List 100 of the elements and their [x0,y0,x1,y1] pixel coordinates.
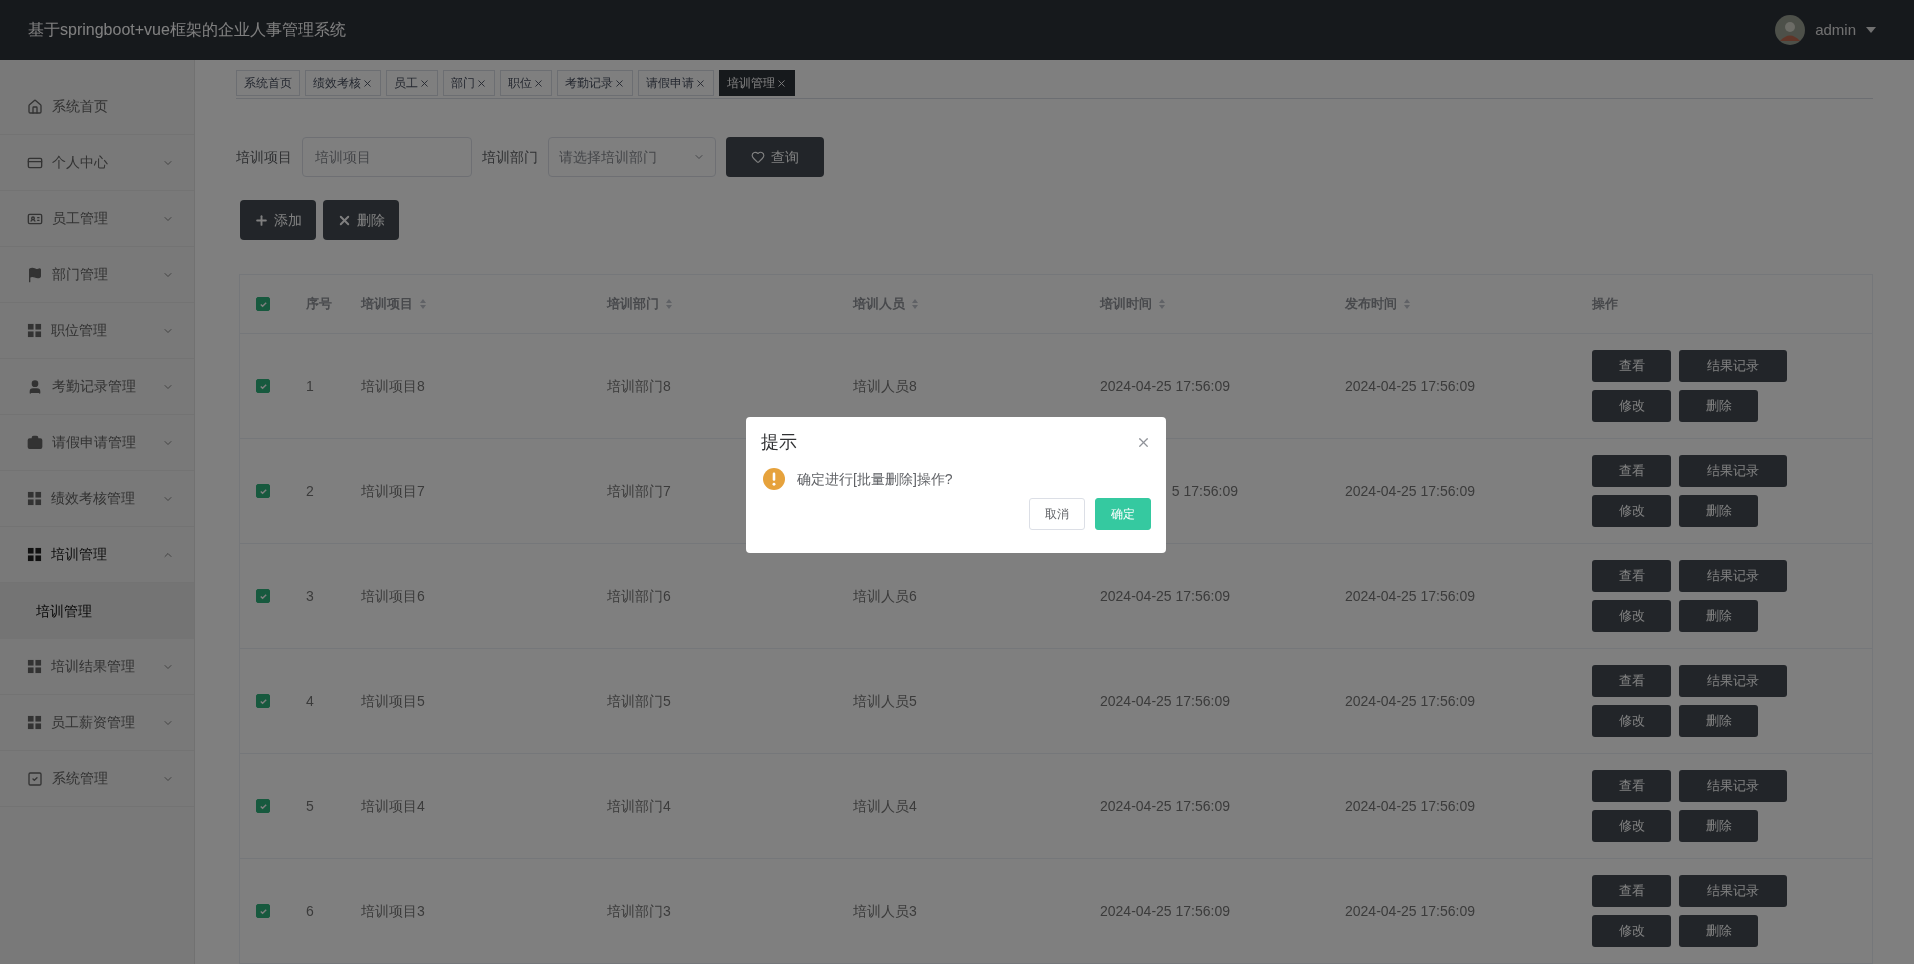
sidebar-item[interactable]: 请假申请管理 [0,415,194,471]
warning-icon [763,468,785,490]
cancel-button[interactable]: 取消 [1029,498,1085,530]
row-action-button[interactable]: 删除 [1679,495,1758,527]
sidebar-item[interactable]: 系统管理 [0,751,194,807]
table-cell: 2024-04-25 17:56:09 [1345,377,1475,394]
plus-icon [254,212,269,228]
row-action-button[interactable]: 查看 [1592,665,1671,697]
table-cell: 培训部门7 [607,482,671,499]
checkmark-icon [258,299,268,309]
close-icon[interactable] [362,77,373,89]
query-button[interactable]: 查询 [726,137,824,177]
sort-icon[interactable] [911,298,919,310]
delete-button[interactable]: 删除 [323,200,399,240]
sort-icon[interactable] [1158,298,1166,310]
table-cell: 2024-04-25 17:56:09 [1345,587,1475,604]
table-cell: 培训项目8 [361,377,425,394]
sidebar-item[interactable]: 员工薪资管理 [0,695,194,751]
page-tab[interactable]: 绩效考核 [305,70,381,96]
add-button[interactable]: 添加 [240,200,316,240]
table-cell: 2024-04-25 17:56:09 [1345,797,1475,814]
table-cell: 培训部门3 [607,902,671,919]
table-cell: 5 17:56:09 [1171,482,1238,499]
sidebar-item[interactable]: 员工管理 [0,191,194,247]
checkbox[interactable] [256,694,270,708]
submenu-item[interactable]: 培训管理 [0,583,194,639]
row-action-button[interactable]: 查看 [1592,560,1671,592]
row-action-button[interactable]: 查看 [1592,770,1671,802]
close-icon[interactable] [476,77,487,89]
row-action-button[interactable]: 修改 [1592,600,1671,632]
row-action-button[interactable]: 结果记录 [1679,455,1787,487]
sort-icon[interactable] [419,298,427,310]
row-action-button[interactable]: 删除 [1679,915,1758,947]
checkbox[interactable] [256,297,270,311]
checkbox[interactable] [256,589,270,603]
sort-icon[interactable] [665,298,673,310]
sidebar-item[interactable]: 个人中心 [0,135,194,191]
table-cell: 2024-04-25 17:56:09 [1100,587,1230,604]
checkbox[interactable] [256,904,270,918]
close-icon[interactable] [1136,435,1151,450]
sidebar-item[interactable]: 培训结果管理 [0,639,194,695]
close-icon[interactable] [776,77,787,89]
briefcase-icon [27,434,43,451]
row-action-button[interactable]: 删除 [1679,810,1758,842]
page-tab[interactable]: 员工 [386,70,438,96]
table-cell: 2024-04-25 17:56:09 [1100,797,1230,814]
sidebar-item[interactable]: 部门管理 [0,247,194,303]
page-tab[interactable]: 培训管理 [719,70,795,96]
sidebar-item[interactable]: 考勤记录管理 [0,359,194,415]
sidebar-item[interactable]: 职位管理 [0,303,194,359]
row-action-button[interactable]: 结果记录 [1679,350,1787,382]
row-action-button[interactable]: 查看 [1592,455,1671,487]
row-action-button[interactable]: 删除 [1679,600,1758,632]
page-tab[interactable]: 考勤记录 [557,70,633,96]
search-field[interactable]: 培训项目 [302,137,472,177]
avatar[interactable] [1775,15,1806,45]
checkbox[interactable] [256,799,270,813]
checkbox-icon [27,770,43,787]
sidebar-item[interactable]: 系统首页 [0,79,194,135]
caret-icon[interactable] [1866,27,1876,33]
grid-icon [27,547,42,562]
row-action-button[interactable]: 结果记录 [1679,875,1787,907]
page-tab[interactable]: 系统首页 [236,70,300,96]
heart-icon [751,150,765,164]
row-action-button[interactable]: 修改 [1592,915,1671,947]
row-action-button[interactable]: 删除 [1679,390,1758,422]
sidebar-item[interactable]: 绩效考核管理 [0,471,194,527]
table-cell: 2024-04-25 17:56:09 [1100,902,1230,919]
page-tab[interactable]: 职位 [500,70,552,96]
close-icon[interactable] [533,77,544,89]
grid-icon [27,323,42,338]
row-action-button[interactable]: 修改 [1592,705,1671,737]
row-action-button[interactable]: 查看 [1592,350,1671,382]
close-icon[interactable] [695,77,706,89]
home-icon [27,98,43,115]
row-action-button[interactable]: 查看 [1592,875,1671,907]
row-action-button[interactable]: 结果记录 [1679,560,1787,592]
row-action-button[interactable]: 结果记录 [1679,665,1787,697]
flag-icon [27,266,43,283]
user-name[interactable]: admin [1815,18,1856,42]
close-icon[interactable] [419,77,430,89]
table-cell: 培训项目4 [361,797,425,814]
field-label: 培训部门 [482,147,538,167]
row-action-button[interactable]: 修改 [1592,390,1671,422]
row-action-button[interactable]: 修改 [1592,810,1671,842]
confirm-button[interactable]: 确定 [1095,498,1151,530]
checkbox[interactable] [256,379,270,393]
app-title: 基于springboot+vue框架的企业人事管理系统 [28,20,346,40]
row-action-button[interactable]: 结果记录 [1679,770,1787,802]
sort-icon[interactable] [1403,298,1411,310]
row-action-button[interactable]: 删除 [1679,705,1758,737]
table-cell: 2024-04-25 17:56:09 [1100,377,1230,394]
close-icon[interactable] [614,77,625,89]
checkmark-icon [258,906,268,916]
table-cell: 培训人员3 [853,902,917,919]
page-tab[interactable]: 请假申请 [638,70,714,96]
checkbox[interactable] [256,484,270,498]
grid-icon [27,715,42,730]
row-action-button[interactable]: 修改 [1592,495,1671,527]
page-tab[interactable]: 部门 [443,70,495,96]
